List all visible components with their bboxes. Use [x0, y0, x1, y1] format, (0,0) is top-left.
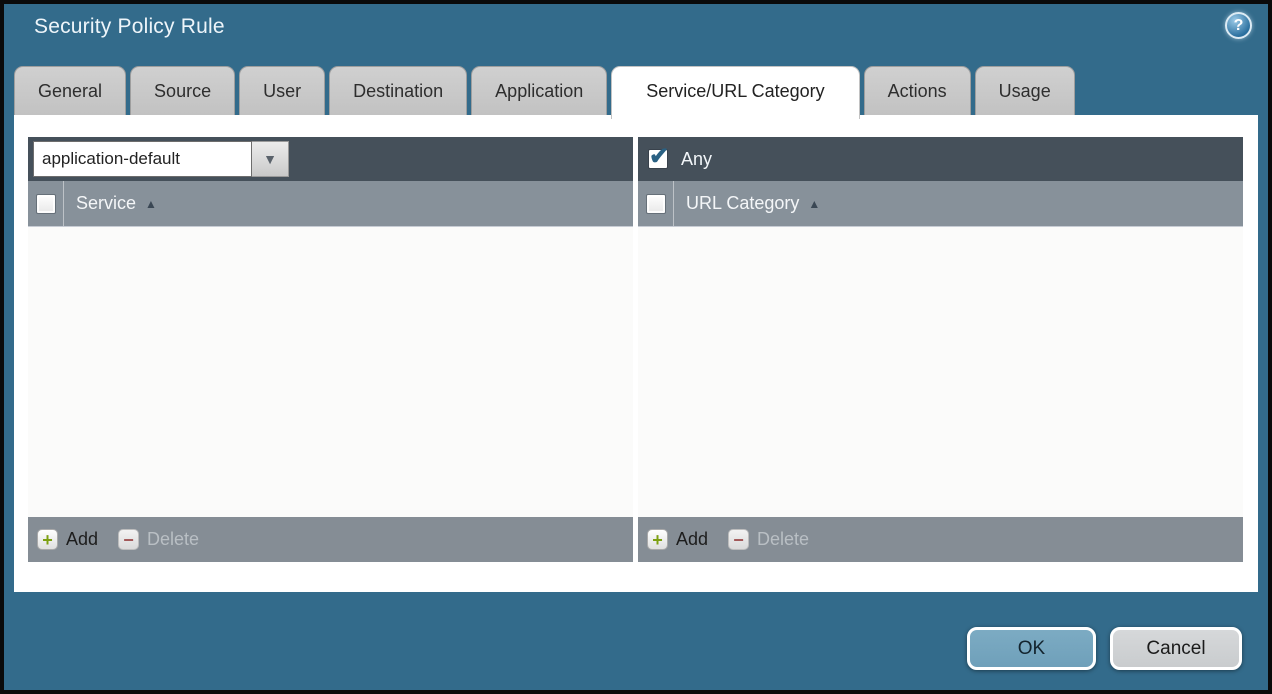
- minus-icon: −: [118, 529, 139, 550]
- tab-usage[interactable]: Usage: [975, 66, 1075, 115]
- tab-service-url-category[interactable]: Service/URL Category: [611, 66, 859, 119]
- chevron-down-icon: ▼: [263, 151, 277, 167]
- url-category-column-header: ✔ URL Category ▲: [638, 181, 1243, 227]
- service-panel-header: ▼: [28, 137, 633, 181]
- tab-user[interactable]: User: [239, 66, 325, 115]
- tab-general[interactable]: General: [14, 66, 126, 115]
- cancel-button[interactable]: Cancel: [1110, 627, 1242, 670]
- select-all-services-checkbox[interactable]: ✔: [36, 194, 56, 214]
- plus-icon: +: [37, 529, 58, 550]
- service-panel-footer: + Add − Delete: [28, 517, 633, 562]
- check-icon: ✔: [649, 142, 669, 171]
- add-url-category-button[interactable]: + Add: [647, 529, 708, 550]
- ok-button[interactable]: OK: [967, 627, 1096, 670]
- any-row: ✔ Any: [638, 149, 712, 170]
- url-category-panel: ✔ Any ✔ URL Category ▲ + Add: [638, 137, 1243, 562]
- service-column-header: ✔ Service ▲: [28, 181, 633, 227]
- tab-destination[interactable]: Destination: [329, 66, 467, 115]
- dropdown-arrow-button[interactable]: ▼: [252, 141, 289, 177]
- minus-icon: −: [728, 529, 749, 550]
- tab-bar: General Source User Destination Applicat…: [14, 66, 1075, 119]
- tab-application[interactable]: Application: [471, 66, 607, 115]
- add-service-button[interactable]: + Add: [37, 529, 98, 550]
- tab-content-area: ▼ ✔ Service ▲ + Add: [14, 115, 1258, 592]
- sort-asc-icon: ▲: [145, 197, 157, 211]
- security-policy-rule-dialog: Security Policy Rule ? General Source Us…: [0, 0, 1272, 694]
- delete-service-button[interactable]: − Delete: [118, 529, 199, 550]
- delete-url-category-button[interactable]: − Delete: [728, 529, 809, 550]
- any-label: Any: [681, 149, 712, 170]
- select-all-url-categories-checkbox[interactable]: ✔: [646, 194, 666, 214]
- tab-source[interactable]: Source: [130, 66, 235, 115]
- service-list: [28, 227, 633, 517]
- service-type-dropdown[interactable]: ▼: [33, 141, 289, 177]
- any-checkbox[interactable]: ✔: [648, 149, 668, 169]
- sort-asc-icon: ▲: [808, 197, 820, 211]
- url-category-panel-footer: + Add − Delete: [638, 517, 1243, 562]
- service-type-input[interactable]: [33, 141, 252, 177]
- service-panel: ▼ ✔ Service ▲ + Add: [28, 137, 633, 562]
- url-category-list: [638, 227, 1243, 517]
- tab-actions[interactable]: Actions: [864, 66, 971, 115]
- url-category-column-label[interactable]: URL Category: [686, 193, 799, 214]
- service-column-label[interactable]: Service: [76, 193, 136, 214]
- plus-icon: +: [647, 529, 668, 550]
- dialog-title: Security Policy Rule: [34, 15, 225, 39]
- dialog-buttons: OK Cancel: [967, 627, 1242, 670]
- url-category-panel-header: ✔ Any: [638, 137, 1243, 181]
- question-mark-glyph: ?: [1234, 17, 1244, 35]
- help-icon[interactable]: ?: [1225, 12, 1252, 39]
